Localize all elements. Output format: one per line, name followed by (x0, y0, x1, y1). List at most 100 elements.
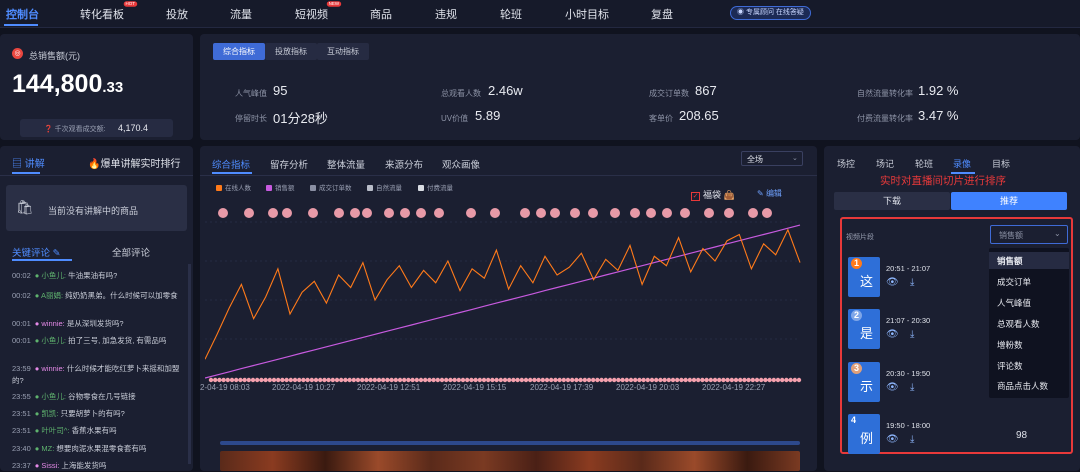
tab-shifts[interactable]: 轮班 (915, 157, 933, 170)
nav-products[interactable]: 商品 (370, 6, 392, 22)
tab-key-comments[interactable]: 关键评论 ✎ (12, 245, 61, 259)
eye-icon[interactable]: 👁 (886, 277, 899, 288)
tab-goals[interactable]: 目标 (992, 157, 1010, 170)
gmv-label: 总销售额(元) (29, 51, 80, 61)
tab-ad-metrics[interactable]: 投放指标 (265, 43, 317, 60)
tab-hot-ranking[interactable]: 🔥爆单讲解实时排行 (88, 155, 180, 170)
edit-button[interactable]: ✎ 编辑 (757, 188, 782, 199)
gift-marker[interactable] (244, 208, 254, 218)
tab-source[interactable]: 来源分布 (385, 157, 423, 171)
dropdown-option[interactable]: 评论数 (997, 360, 1023, 372)
download-icon[interactable]: ⤓ (910, 277, 914, 288)
nav-review[interactable]: 复盘 (651, 6, 673, 22)
tab-overall-metrics[interactable]: 综合指标 (213, 43, 265, 60)
new-badge: NEW (327, 1, 342, 7)
gift-marker[interactable] (550, 208, 560, 218)
gmv-main: 144,800 (12, 70, 103, 98)
gift-marker[interactable] (630, 208, 640, 218)
event-dot (250, 377, 256, 383)
event-dot (318, 377, 323, 383)
gift-marker[interactable] (350, 208, 360, 218)
event-dot (536, 377, 541, 383)
nav-short-video[interactable]: 短视频 NEW (295, 1, 342, 22)
comments-scrollbar[interactable] (188, 264, 191, 464)
gift-marker[interactable] (610, 208, 620, 218)
dropdown-option[interactable]: 总观看人数 (997, 318, 1040, 330)
dropdown-option[interactable]: 人气峰值 (997, 297, 1031, 309)
download-button[interactable]: 下载 (834, 192, 950, 210)
scene-select[interactable]: 全场 ⌄ (741, 151, 803, 166)
nav-violations[interactable]: 违规 (435, 6, 457, 22)
gift-marker[interactable] (536, 208, 546, 218)
video-thumbnail-strip[interactable] (220, 451, 800, 471)
tab-audience[interactable]: 观众画像 (442, 157, 480, 171)
clip-thumbnail[interactable]: 3示 (848, 362, 880, 402)
gift-marker[interactable] (520, 208, 530, 218)
nav-console[interactable]: 控制台 (6, 6, 39, 22)
gift-marker[interactable] (570, 208, 580, 218)
clip-thumbnail[interactable]: 1这 (848, 257, 880, 297)
tab-chart-overall[interactable]: 综合指标 (212, 157, 250, 171)
tab-field-notes[interactable]: 场记 (876, 157, 894, 170)
gift-marker[interactable] (334, 208, 344, 218)
user-name: 凯凯: (41, 409, 59, 418)
tab-explain[interactable]: ▤ 讲解 (12, 155, 45, 170)
tab-field-control[interactable]: 场控 (837, 157, 855, 170)
dropdown-option[interactable]: 商品点击人数 (997, 380, 1048, 392)
gift-marker[interactable] (704, 208, 714, 218)
clip-thumbnail[interactable]: 2是 (848, 309, 880, 349)
gift-marker[interactable] (762, 208, 772, 218)
event-dot (557, 377, 562, 383)
tab-interaction-metrics[interactable]: 互动指标 (317, 43, 369, 60)
gift-marker[interactable] (646, 208, 656, 218)
gift-marker[interactable] (282, 208, 292, 218)
gift-marker[interactable] (724, 208, 734, 218)
legend-orders[interactable]: 成交订单数 (310, 182, 352, 192)
tab-retention[interactable]: 留存分析 (270, 157, 308, 171)
gift-marker[interactable] (400, 208, 410, 218)
legend-paid[interactable]: 付费流量 (418, 182, 453, 192)
legend-sales[interactable]: 销售额 (266, 182, 295, 192)
tab-overall-traffic[interactable]: 整体流量 (327, 157, 365, 171)
nav-traffic[interactable]: 流量 (230, 6, 252, 22)
dropdown-option[interactable]: 销售额 (997, 255, 1023, 267)
gift-marker[interactable] (662, 208, 672, 218)
advisor-pill[interactable]: ◉ 专属顾问 在线答疑 (730, 6, 811, 20)
eye-icon[interactable]: 👁 (886, 382, 899, 393)
tab-all-comments[interactable]: 全部评论 (112, 245, 150, 259)
download-icon[interactable]: ⤓ (910, 329, 914, 340)
gift-marker[interactable] (268, 208, 278, 218)
nav-conversion-board[interactable]: 转化看板 HOT (80, 1, 138, 22)
gift-marker[interactable] (218, 208, 228, 218)
nav-ads[interactable]: 投放 (166, 6, 188, 22)
recommend-button[interactable]: 推荐 (951, 192, 1067, 210)
event-dot (368, 377, 373, 383)
gift-marker[interactable] (362, 208, 372, 218)
gift-marker[interactable] (588, 208, 598, 218)
dropdown-option[interactable]: 成交订单 (997, 276, 1031, 288)
gift-marker[interactable] (434, 208, 444, 218)
tab-recording[interactable]: 录像 (953, 157, 971, 170)
gift-marker[interactable] (680, 208, 690, 218)
download-icon[interactable]: ⤓ (910, 434, 914, 445)
eye-icon[interactable]: 👁 (886, 329, 899, 340)
annotation-text: 实时对直播间切片进行排序 (880, 175, 1006, 187)
clip-thumbnail[interactable]: 4例 (848, 414, 880, 454)
sort-select[interactable]: 销售额 ⌄ (990, 225, 1068, 244)
nav-shifts[interactable]: 轮班 (500, 6, 522, 22)
legend-online[interactable]: 在线人数 (216, 182, 251, 192)
nav-hourly-target[interactable]: 小时目标 (565, 6, 609, 22)
eye-icon[interactable]: 👁 (886, 434, 899, 445)
download-icon[interactable]: ⤓ (910, 382, 914, 393)
gift-marker[interactable] (416, 208, 426, 218)
edit-icon: ✎ (52, 248, 61, 259)
timeline-scrollbar[interactable] (220, 441, 800, 445)
gift-marker[interactable] (384, 208, 394, 218)
gift-marker[interactable] (748, 208, 758, 218)
event-dot (448, 377, 453, 383)
gift-marker[interactable] (308, 208, 318, 218)
legend-natural[interactable]: 自然流量 (367, 182, 402, 192)
gift-marker[interactable] (490, 208, 500, 218)
gift-marker[interactable] (466, 208, 476, 218)
dropdown-option[interactable]: 增粉数 (997, 339, 1023, 351)
